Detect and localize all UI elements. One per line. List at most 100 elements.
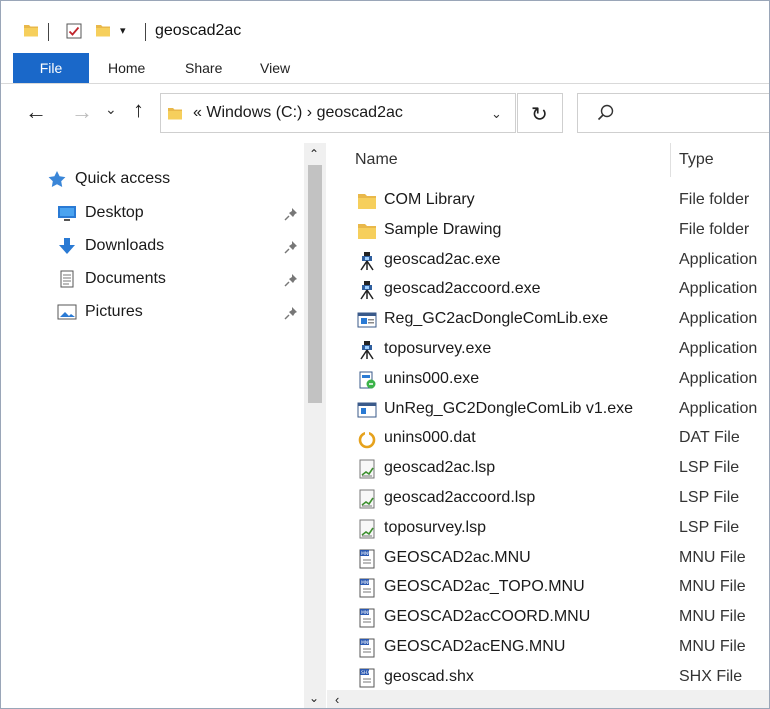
tab-share[interactable]: Share bbox=[185, 53, 222, 83]
file-type: File folder bbox=[679, 191, 750, 208]
scrollbar-thumb[interactable] bbox=[308, 165, 322, 403]
svg-text:MNU: MNU bbox=[361, 580, 372, 586]
window-title: geoscad2ac bbox=[155, 22, 242, 39]
search-input[interactable] bbox=[577, 93, 769, 133]
address-bar[interactable]: « Windows (C:) › geoscad2ac ⌄ bbox=[160, 93, 516, 133]
table-row[interactable]: geoscad2ac.exe Application bbox=[327, 246, 769, 276]
desktop-icon bbox=[58, 206, 76, 221]
dat-ring-icon bbox=[358, 430, 376, 449]
table-row[interactable]: SHX geoscad.shx SHX File bbox=[327, 663, 769, 693]
nav-item-label: Documents bbox=[85, 270, 166, 287]
file-type: Application bbox=[679, 340, 758, 357]
column-header-row: Name Type bbox=[327, 143, 769, 177]
ribbon-tabs: File Home Share View bbox=[1, 53, 769, 84]
file-type: MNU File bbox=[679, 548, 746, 566]
file-name: GEOSCAD2ac_TOPO.MNU bbox=[384, 578, 585, 596]
nav-item-label: Pictures bbox=[85, 303, 143, 320]
mnu-file-icon: MNU bbox=[359, 549, 375, 569]
table-row[interactable]: geoscad2accoord.exe Application bbox=[327, 275, 769, 305]
file-name: unins000.dat bbox=[384, 429, 476, 447]
breadcrumb[interactable]: « Windows (C:) › geoscad2ac bbox=[193, 104, 403, 122]
back-button[interactable]: ← bbox=[25, 99, 47, 125]
column-divider[interactable] bbox=[670, 143, 671, 177]
file-type: LSP File bbox=[679, 518, 740, 536]
file-type: MNU File bbox=[679, 608, 746, 626]
file-name: UnReg_GC2DongleComLib v1.exe bbox=[384, 399, 634, 417]
recent-locations-button[interactable]: ⌄ bbox=[105, 101, 117, 118]
nav-item-downloads[interactable]: Downloads bbox=[57, 237, 164, 255]
column-header-name[interactable]: Name bbox=[355, 151, 398, 169]
table-row[interactable]: geoscad2accoord.lsp LSP File bbox=[327, 484, 769, 514]
table-row[interactable]: MNU GEOSCAD2acCOORD.MNU MNU File bbox=[327, 603, 769, 633]
customize-toolbar-dropdown[interactable]: ▾ bbox=[120, 24, 126, 37]
file-type: MNU File bbox=[679, 578, 746, 596]
file-type: LSP File bbox=[679, 459, 740, 477]
table-row[interactable]: MNU GEOSCAD2ac_TOPO.MNU MNU File bbox=[327, 573, 769, 603]
column-header-type[interactable]: Type bbox=[679, 151, 714, 169]
nav-item-desktop[interactable]: Desktop bbox=[57, 204, 144, 222]
file-name: Sample Drawing bbox=[384, 220, 502, 238]
scroll-down-button[interactable]: ⌄ bbox=[309, 691, 319, 705]
survey-instrument-icon bbox=[360, 251, 374, 271]
table-row[interactable]: Sample Drawing File folder bbox=[327, 216, 769, 246]
svg-text:MNU: MNU bbox=[361, 640, 372, 646]
pin-icon[interactable] bbox=[284, 273, 298, 287]
explorer-window: ▾ geoscad2ac File Home Share View ← → ⌄ … bbox=[0, 0, 770, 709]
pin-icon[interactable] bbox=[284, 240, 298, 254]
file-type: Application bbox=[679, 399, 758, 417]
table-row[interactable]: unins000.dat DAT File bbox=[327, 424, 769, 454]
up-button[interactable]: ↑ bbox=[133, 97, 144, 123]
pictures-icon bbox=[57, 304, 77, 320]
table-row[interactable]: unins000.exe Application bbox=[327, 365, 769, 395]
file-list-horizontal-scrollbar[interactable]: ‹ bbox=[327, 690, 769, 708]
toolbar-separator bbox=[145, 23, 146, 41]
new-folder-icon[interactable] bbox=[95, 23, 111, 37]
table-row[interactable]: geoscad2ac.lsp LSP File bbox=[327, 454, 769, 484]
tab-view[interactable]: View bbox=[260, 53, 290, 83]
app-window-icon bbox=[357, 402, 377, 418]
tab-file[interactable]: File bbox=[13, 53, 89, 83]
refresh-button[interactable]: ↻ bbox=[517, 93, 563, 133]
file-type: Application bbox=[679, 280, 758, 298]
scroll-up-button[interactable]: ⌃ bbox=[309, 147, 319, 161]
tab-home[interactable]: Home bbox=[108, 53, 145, 83]
properties-check-icon[interactable] bbox=[66, 23, 82, 39]
documents-icon bbox=[60, 270, 74, 288]
lsp-file-icon bbox=[359, 519, 375, 539]
file-name: GEOSCAD2ac.MNU bbox=[384, 548, 531, 566]
table-row[interactable]: toposurvey.exe Application bbox=[327, 335, 769, 365]
file-type: LSP File bbox=[679, 489, 740, 506]
nav-item-pictures[interactable]: Pictures bbox=[57, 303, 143, 321]
file-type: MNU File bbox=[679, 638, 746, 655]
file-name: toposurvey.exe bbox=[384, 340, 492, 357]
file-name: unins000.exe bbox=[384, 369, 480, 387]
navigation-pane: Quick access Desktop Downloads Documents… bbox=[1, 143, 303, 708]
nav-item-documents[interactable]: Documents bbox=[57, 270, 166, 288]
table-row[interactable]: COM Library File folder bbox=[327, 186, 769, 216]
nav-item-label: Downloads bbox=[85, 237, 165, 254]
scroll-left-button[interactable]: ‹ bbox=[335, 692, 339, 707]
table-row[interactable]: MNU GEOSCAD2acENG.MNU MNU File bbox=[327, 633, 769, 663]
pin-icon[interactable] bbox=[284, 207, 298, 221]
table-row[interactable]: Reg_GC2acDongleComLib.exe Application bbox=[327, 305, 769, 335]
mnu-file-icon: MNU bbox=[359, 578, 375, 598]
nav-item-quick-access[interactable]: Quick access bbox=[47, 170, 170, 188]
address-dropdown-button[interactable]: ⌄ bbox=[491, 106, 502, 122]
nav-pane-scrollbar[interactable]: ⌃ ⌄ bbox=[304, 143, 326, 708]
table-row[interactable]: toposurvey.lsp LSP File bbox=[327, 514, 769, 544]
svg-text:MNU: MNU bbox=[361, 551, 372, 557]
table-row[interactable]: UnReg_GC2DongleComLib v1.exe Application bbox=[327, 395, 769, 425]
pin-icon[interactable] bbox=[284, 306, 298, 320]
nav-item-label: Quick access bbox=[75, 170, 171, 187]
forward-button[interactable]: → bbox=[71, 99, 93, 125]
star-icon bbox=[48, 171, 66, 187]
file-type: Application bbox=[679, 310, 758, 328]
search-icon bbox=[597, 104, 614, 121]
table-row[interactable]: MNU GEOSCAD2ac.MNU MNU File bbox=[327, 544, 769, 574]
folder-icon[interactable] bbox=[23, 23, 39, 37]
file-name: geoscad2ac.lsp bbox=[384, 459, 496, 477]
navigation-bar: ← → ⌄ ↑ « Windows (C:) › geoscad2ac ⌄ ↻ bbox=[1, 87, 769, 139]
register-app-icon bbox=[357, 312, 377, 328]
survey-instrument-icon bbox=[360, 281, 374, 300]
lsp-file-icon bbox=[359, 489, 375, 509]
